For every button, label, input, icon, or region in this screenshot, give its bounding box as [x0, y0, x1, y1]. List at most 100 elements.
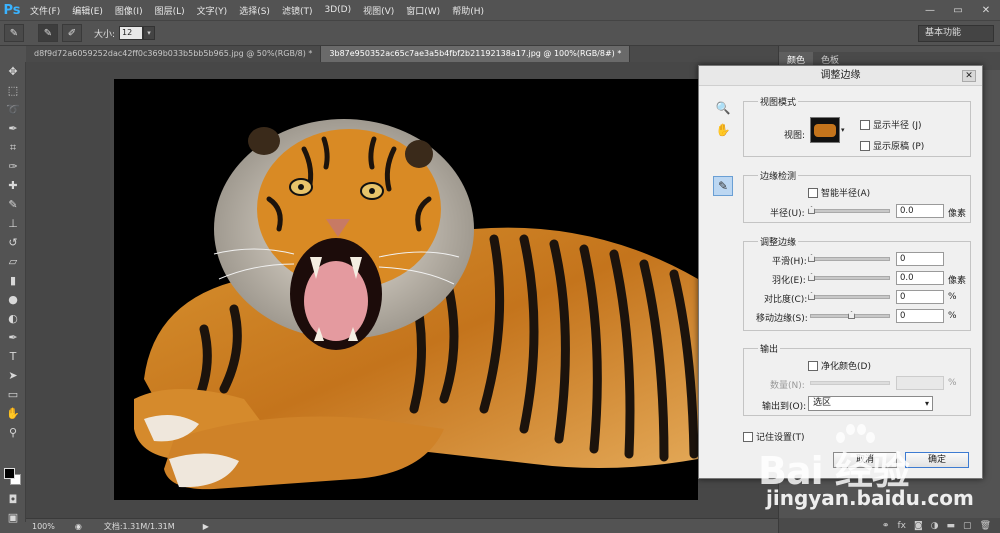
- quick-mask-icon[interactable]: ◘: [0, 490, 26, 509]
- output-to-select[interactable]: 选区 ▾: [808, 396, 933, 411]
- menu-window[interactable]: 窗口(W): [400, 4, 446, 17]
- zoom-level[interactable]: 100%: [32, 522, 55, 531]
- fx-icon[interactable]: fx: [897, 521, 906, 531]
- menu-select[interactable]: 选择(S): [233, 4, 276, 17]
- contrast-input[interactable]: 0: [896, 290, 944, 304]
- hand-tool-icon[interactable]: ✋: [0, 404, 26, 423]
- close-button[interactable]: ✕: [972, 0, 1000, 20]
- quick-select-tool-icon[interactable]: ✒: [0, 119, 26, 138]
- contrast-slider-thumb[interactable]: [808, 292, 815, 300]
- feather-slider[interactable]: [808, 273, 890, 281]
- canvas-area[interactable]: [26, 62, 778, 518]
- remember-settings-checkbox[interactable]: [743, 431, 753, 442]
- brush-tool-icon[interactable]: ✎: [0, 195, 26, 214]
- shift-edge-slider[interactable]: [810, 311, 890, 319]
- menu-file[interactable]: 文件(F): [24, 4, 66, 17]
- menu-3d[interactable]: 3D(D): [318, 5, 357, 15]
- size-input[interactable]: 12: [119, 26, 144, 40]
- gradient-tool-icon[interactable]: ▮: [0, 271, 26, 290]
- output-group: 输出 净化颜色(D) 数量(N): % 输出到(O): 选区 ▾: [743, 342, 971, 416]
- output-to-dropdown-icon[interactable]: ▾: [925, 397, 929, 410]
- blur-tool-icon[interactable]: ●: [0, 290, 26, 309]
- smooth-slider-thumb[interactable]: [808, 254, 815, 262]
- refine-radius-tool-icon[interactable]: ✎: [38, 24, 58, 42]
- document-tab[interactable]: d8f9d72a6059252dac42ff0c369b033b5bb5b965…: [26, 46, 322, 62]
- delete-layer-icon[interactable]: 🗑: [980, 521, 991, 531]
- view-mode-group: 视图模式 视图: ▾ 显示半径 (J) 显示原稿 (P): [743, 95, 971, 157]
- radius-input[interactable]: 0.0: [896, 204, 944, 218]
- erase-refinements-tool-icon[interactable]: ✐: [62, 24, 82, 42]
- show-original-checkbox[interactable]: [860, 140, 870, 151]
- menu-type[interactable]: 文字(Y): [191, 4, 234, 17]
- workspace-dropdown[interactable]: 基本功能: [918, 25, 994, 42]
- marquee-tool-icon[interactable]: ⬚: [0, 81, 26, 100]
- view-thumbnail[interactable]: [810, 117, 840, 143]
- status-menu-arrow-icon[interactable]: ▶: [203, 522, 209, 531]
- smooth-slider[interactable]: [808, 254, 890, 262]
- remember-settings-row[interactable]: 记住设置(T): [743, 430, 805, 443]
- smart-radius-row[interactable]: 智能半径(A): [808, 186, 870, 199]
- menu-image[interactable]: 图像(I): [109, 4, 149, 17]
- crop-tool-icon[interactable]: ⌗: [0, 138, 26, 157]
- type-tool-icon[interactable]: T: [0, 347, 26, 366]
- brush-preset-icon[interactable]: ✎: [4, 24, 24, 42]
- add-mask-icon[interactable]: ◙: [914, 521, 923, 531]
- view-dropdown-icon[interactable]: ▾: [841, 126, 845, 134]
- menu-edit[interactable]: 编辑(E): [66, 4, 109, 17]
- document-tab-active[interactable]: 3b87e950352ac65c7ae3a5b4fbf2b21192138a17…: [321, 46, 631, 62]
- maximize-button[interactable]: ▭: [944, 0, 972, 20]
- feather-slider-thumb[interactable]: [808, 273, 815, 281]
- refine-edge-dialog: 调整边缘 ✕ 🔍 ✋ ✎ 视图模式 视图: ▾ 显示半径 (J) 显示原稿 (P…: [698, 65, 983, 479]
- dialog-title-bar[interactable]: 调整边缘 ✕: [699, 66, 982, 86]
- zoom-tool-icon[interactable]: ⚲: [0, 423, 26, 442]
- smart-radius-checkbox[interactable]: [808, 187, 818, 198]
- tiger-image[interactable]: [114, 79, 698, 500]
- shift-edge-slider-thumb[interactable]: [848, 311, 855, 319]
- menu-filter[interactable]: 滤镜(T): [276, 4, 319, 17]
- show-radius-row[interactable]: 显示半径 (J): [860, 118, 922, 131]
- new-group-icon[interactable]: ▬: [947, 521, 956, 531]
- foreground-color-swatch[interactable]: [4, 468, 15, 479]
- radius-slider-thumb[interactable]: [808, 206, 815, 214]
- radius-slider[interactable]: [808, 206, 890, 214]
- new-layer-icon[interactable]: ▢: [963, 521, 972, 531]
- feather-input[interactable]: 0.0: [896, 271, 944, 285]
- stamp-tool-icon[interactable]: ⊥: [0, 214, 26, 233]
- show-radius-checkbox[interactable]: [860, 119, 870, 130]
- hand-icon[interactable]: ✋: [713, 120, 733, 140]
- pen-tool-icon[interactable]: ✒: [0, 328, 26, 347]
- contrast-slider[interactable]: [808, 292, 890, 300]
- shift-edge-input[interactable]: 0: [896, 309, 944, 323]
- dodge-tool-icon[interactable]: ◐: [0, 309, 26, 328]
- view-mode-title: 视图模式: [758, 95, 799, 108]
- zoom-icon[interactable]: 🔍: [713, 98, 733, 118]
- history-brush-tool-icon[interactable]: ↺: [0, 233, 26, 252]
- eyedropper-tool-icon[interactable]: ✑: [0, 157, 26, 176]
- menu-help[interactable]: 帮助(H): [446, 4, 490, 17]
- adjustment-layer-icon[interactable]: ◑: [931, 521, 939, 531]
- decontaminate-checkbox[interactable]: [808, 360, 818, 371]
- refine-radius-icon[interactable]: ✎: [713, 176, 733, 196]
- healing-brush-tool-icon[interactable]: ✚: [0, 176, 26, 195]
- lasso-tool-icon[interactable]: ➰: [0, 100, 26, 119]
- show-original-row[interactable]: 显示原稿 (P): [860, 139, 924, 152]
- status-info-icon[interactable]: ◉: [75, 522, 82, 531]
- ok-button[interactable]: 确定: [905, 452, 969, 468]
- screen-mode-icon[interactable]: ▣: [0, 508, 26, 527]
- document-size: 文档:1.31M/1.31M: [103, 521, 175, 531]
- path-select-tool-icon[interactable]: ➤: [0, 366, 26, 385]
- decontaminate-row[interactable]: 净化颜色(D): [808, 359, 871, 372]
- menu-view[interactable]: 视图(V): [357, 4, 400, 17]
- link-layers-icon[interactable]: ⚭: [882, 521, 890, 531]
- dialog-close-button[interactable]: ✕: [962, 70, 976, 82]
- smooth-input[interactable]: 0: [896, 252, 944, 266]
- view-thumbnail-preview-icon: [814, 124, 836, 137]
- status-bar: 100% ◉ 文档:1.31M/1.31M ▶: [26, 518, 778, 533]
- menu-layer[interactable]: 图层(L): [149, 4, 191, 17]
- minimize-button[interactable]: —: [916, 0, 944, 20]
- shape-tool-icon[interactable]: ▭: [0, 385, 26, 404]
- size-dropdown-icon[interactable]: ▾: [143, 26, 156, 40]
- cancel-button[interactable]: 取消: [833, 452, 897, 468]
- eraser-tool-icon[interactable]: ▱: [0, 252, 26, 271]
- move-tool-icon[interactable]: ✥: [0, 62, 26, 81]
